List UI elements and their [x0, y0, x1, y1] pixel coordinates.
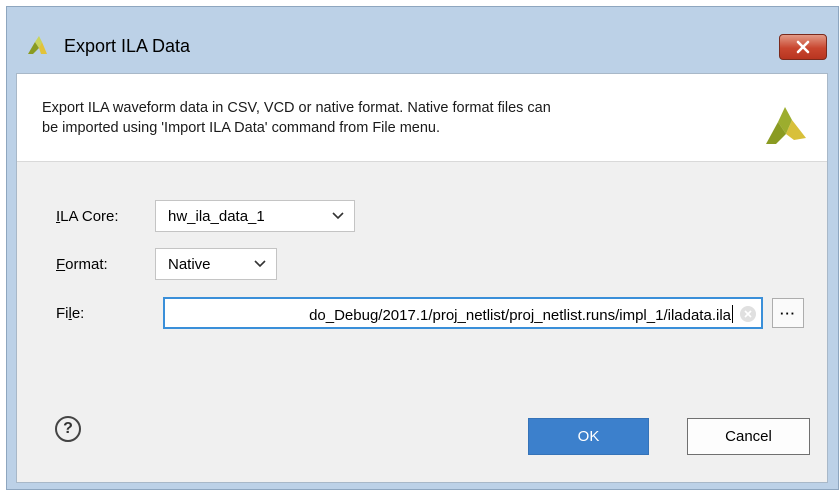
file-label-text: e:	[71, 305, 85, 322]
clear-x-glyph	[744, 310, 752, 318]
window-title: Export ILA Data	[64, 36, 191, 56]
close-icon	[796, 40, 810, 54]
ila-core-value: hw_ila_data_1	[168, 207, 265, 225]
file-path-input[interactable]: do_Debug/2017.1/proj_netlist/proj_netlis…	[163, 297, 763, 329]
format-label: Format:	[56, 256, 108, 273]
cancel-button[interactable]: Cancel	[687, 418, 810, 455]
text-caret	[732, 305, 733, 323]
chevron-down-icon	[332, 212, 344, 220]
dialog-body: Export ILA waveform data in CSV, VCD or …	[16, 73, 828, 483]
format-label-mnemonic: F	[56, 256, 66, 273]
dialog-header: Export ILA waveform data in CSV, VCD or …	[17, 74, 827, 162]
close-button[interactable]	[779, 34, 827, 60]
file-label-prefix: Fi	[56, 305, 69, 322]
file-label: File:	[56, 305, 84, 322]
clear-icon[interactable]	[740, 306, 756, 322]
ok-button[interactable]: OK	[528, 418, 649, 455]
browse-button[interactable]: ···	[772, 298, 804, 328]
dialog-description: Export ILA waveform data in CSV, VCD or …	[42, 98, 732, 138]
vivado-logo-icon	[766, 107, 806, 144]
chevron-down-icon	[254, 260, 266, 268]
format-value: Native	[168, 255, 211, 273]
help-icon[interactable]: ?	[55, 416, 81, 442]
title-bar[interactable]: Export ILA Data	[7, 7, 838, 79]
description-line-1: Export ILA waveform data in CSV, VCD or …	[42, 100, 551, 116]
format-label-text: ormat:	[65, 256, 108, 273]
file-path-value: do_Debug/2017.1/proj_netlist/proj_netlis…	[309, 307, 731, 324]
app-logo-icon	[28, 36, 47, 54]
format-select[interactable]: Native	[155, 248, 277, 280]
description-line-2: be imported using 'Import ILA Data' comm…	[42, 120, 441, 136]
file-path-text: do_Debug/2017.1/proj_netlist/proj_netlis…	[309, 305, 733, 324]
ila-core-label-text: LA Core:	[60, 208, 119, 225]
ila-core-label: ILA Core:	[56, 208, 119, 225]
ila-core-select[interactable]: hw_ila_data_1	[155, 200, 355, 232]
dialog-window: Export ILA Data Export ILA waveform data…	[6, 6, 839, 490]
